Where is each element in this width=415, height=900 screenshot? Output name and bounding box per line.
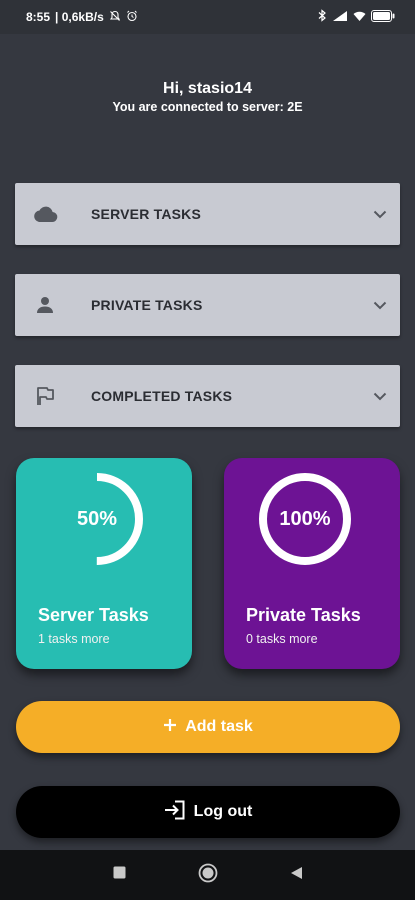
card-subtitle: 1 tasks more <box>38 632 110 646</box>
panel-label: COMPLETED TASKS <box>91 388 233 404</box>
mute-bell-icon <box>109 10 121 25</box>
back-icon[interactable] <box>290 866 303 885</box>
status-bar: 8:55 | 0,6kB/s <box>0 0 415 34</box>
server-info: You are connected to server: 2E <box>112 100 303 114</box>
card-title: Private Tasks <box>246 605 361 625</box>
alarm-clock-icon <box>126 10 138 25</box>
server-tasks-card[interactable]: 50% Server Tasks 1 tasks more <box>16 458 192 669</box>
card-title: Server Tasks <box>38 605 149 625</box>
panel-label: PRIVATE TASKS <box>91 297 203 313</box>
progress-percent: 100% <box>279 507 331 530</box>
navigation-bar <box>0 850 415 900</box>
completed-tasks-panel[interactable]: COMPLETED TASKS <box>15 365 400 427</box>
progress-percent: 50% <box>76 507 118 530</box>
home-icon[interactable] <box>198 863 218 888</box>
signal-icon <box>332 10 348 25</box>
login-arrow-icon <box>164 800 186 825</box>
add-task-label: Add task <box>185 718 253 735</box>
recents-icon[interactable] <box>113 866 126 884</box>
panel-label: SERVER TASKS <box>91 206 202 222</box>
person-icon <box>15 296 75 314</box>
greeting-title: Hi, stasio14 <box>163 80 252 97</box>
server-tasks-panel[interactable]: SERVER TASKS <box>15 183 400 245</box>
bluetooth-icon <box>317 9 327 25</box>
clock: 8:55 <box>26 10 51 24</box>
cloud-icon <box>15 205 75 223</box>
network-speed: | 0,6kB/s <box>55 10 104 24</box>
private-tasks-panel[interactable]: PRIVATE TASKS <box>15 274 400 336</box>
chevron-down-icon[interactable] <box>360 392 400 401</box>
chevron-down-icon[interactable] <box>360 210 400 219</box>
private-tasks-card[interactable]: 100% Private Tasks 0 tasks more <box>224 458 400 669</box>
flag-icon <box>15 386 75 406</box>
greeting-section: Hi, stasio14 You are connected to server… <box>0 80 415 114</box>
wifi-icon <box>353 10 366 25</box>
battery-icon <box>371 9 395 25</box>
plus-icon <box>163 718 177 737</box>
add-task-button[interactable]: Add task <box>16 701 400 753</box>
logout-button[interactable]: Log out <box>16 786 400 838</box>
chevron-down-icon[interactable] <box>360 301 400 310</box>
card-subtitle: 0 tasks more <box>246 632 318 646</box>
logout-label: Log out <box>193 803 253 820</box>
